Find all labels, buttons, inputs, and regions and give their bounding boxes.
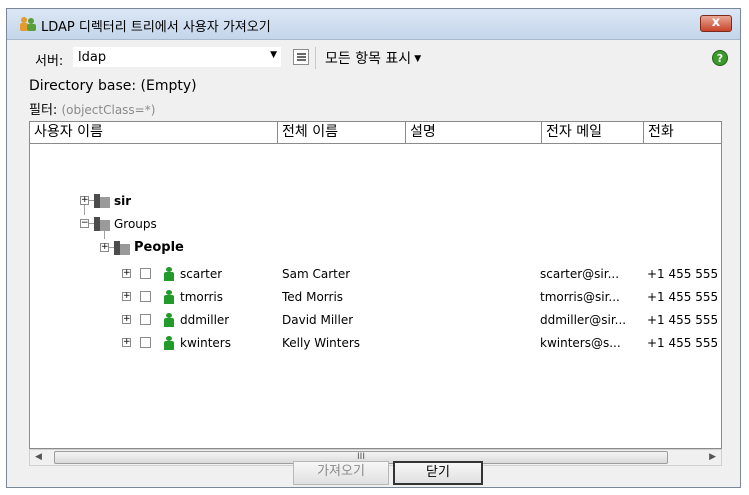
user-icon (163, 290, 175, 304)
tree-node-sir[interactable]: + sir (30, 190, 721, 212)
close-window-button[interactable]: x (700, 15, 732, 32)
chevron-down-icon: ▼ (270, 50, 277, 60)
close-button[interactable]: 닫기 (393, 461, 483, 485)
expand-icon[interactable]: + (122, 269, 131, 278)
column-header-fullname[interactable]: 전체 이름 (278, 122, 406, 143)
expand-icon[interactable]: + (100, 243, 109, 252)
column-header-phone[interactable]: 전화 (644, 122, 721, 143)
import-button[interactable]: 가져오기 (293, 461, 389, 485)
user-icon (163, 313, 175, 327)
cell-phone: +1 455 555 906 (647, 336, 721, 350)
cell-email: kwinters@s... (540, 336, 621, 350)
filter-row: 필터: (objectClass=*) (29, 99, 155, 118)
caret-down-icon: ▼ (414, 54, 422, 64)
cell-phone: +1 455 555 479 (647, 267, 721, 281)
show-all-dropdown[interactable]: 모든 항목 표시 ▼ (325, 48, 421, 68)
user-icon (163, 267, 175, 281)
toolbar-separator (315, 47, 316, 69)
table-row-user[interactable]: + scarter Sam Carter scarter@sir... +1 4… (30, 263, 721, 285)
cell-email: tmorris@sir... (540, 290, 620, 304)
table-row-user[interactable]: + kwinters Kelly Winters kwinters@s... +… (30, 332, 721, 354)
server-select[interactable]: ldap ▼ (73, 47, 281, 67)
user-icon (163, 336, 175, 350)
user-checkbox[interactable] (140, 268, 151, 279)
column-header-username[interactable]: 사용자 이름 (30, 122, 278, 143)
tree-node-label: sir (114, 194, 132, 208)
server-value: ldap (78, 50, 107, 65)
help-icon[interactable]: ? (712, 50, 728, 66)
cell-fullname: Kelly Winters (282, 336, 361, 350)
filter-value: (objectClass=*) (61, 103, 156, 117)
cell-username: tmorris (180, 290, 223, 304)
dialog-title: LDAP 디렉터리 트리에서 사용자 가져오기 (41, 20, 271, 35)
cell-username: kwinters (180, 336, 231, 350)
column-header-email[interactable]: 전자 메일 (542, 122, 644, 143)
show-all-label: 모든 항목 표시 (325, 51, 412, 67)
expand-icon[interactable]: + (122, 315, 131, 324)
user-checkbox[interactable] (140, 337, 151, 348)
column-header-description[interactable]: 설명 (406, 122, 542, 143)
user-tree-table[interactable]: 사용자 이름 전체 이름 설명 전자 메일 전화 + sir − Groups … (29, 121, 722, 449)
expand-icon[interactable]: + (80, 196, 89, 205)
table-row-user[interactable]: + ddmiller David Miller ddmiller@sir... … (30, 309, 721, 331)
scroll-left-icon[interactable]: ◀ (35, 452, 42, 462)
filter-label: 필터: (29, 103, 58, 118)
collapse-icon[interactable]: − (80, 219, 89, 228)
title-bar[interactable]: LDAP 디렉터리 트리에서 사용자 가져오기 x (7, 9, 740, 40)
cell-phone: +1 455 555 942 (647, 313, 721, 327)
cell-fullname: David Miller (282, 313, 354, 327)
user-checkbox[interactable] (140, 291, 151, 302)
folder-icon (114, 241, 130, 255)
server-label: 서버: (35, 54, 64, 69)
cell-email: ddmiller@sir... (540, 313, 627, 327)
directory-base-text: Directory base: (Empty) (29, 78, 197, 94)
table-row-user[interactable]: + tmorris Ted Morris tmorris@sir... +1 4… (30, 286, 721, 308)
table-header: 사용자 이름 전체 이름 설명 전자 메일 전화 (30, 122, 721, 144)
tree-node-groups[interactable]: − Groups (30, 213, 721, 235)
cell-fullname: Sam Carter (282, 267, 351, 281)
expand-icon[interactable]: + (122, 292, 131, 301)
folder-icon (94, 217, 110, 231)
cell-phone: +1 455 555 918 (647, 290, 721, 304)
tree-node-label: People (134, 240, 184, 255)
cell-fullname: Ted Morris (282, 290, 344, 304)
cell-email: scarter@sir... (540, 267, 620, 281)
cell-username: ddmiller (180, 313, 230, 327)
tree-node-label: Groups (114, 217, 157, 231)
tree-node-people[interactable]: + People (30, 237, 721, 259)
user-checkbox[interactable] (140, 314, 151, 325)
users-icon (20, 17, 36, 31)
expand-icon[interactable]: + (122, 338, 131, 347)
ldap-import-dialog: LDAP 디렉터리 트리에서 사용자 가져오기 x 서버: ldap ▼ 모든 … (6, 8, 741, 488)
scroll-right-icon[interactable]: ▶ (709, 452, 716, 462)
cell-username: scarter (180, 267, 223, 281)
folder-icon (94, 194, 110, 208)
list-view-icon[interactable] (293, 49, 309, 65)
